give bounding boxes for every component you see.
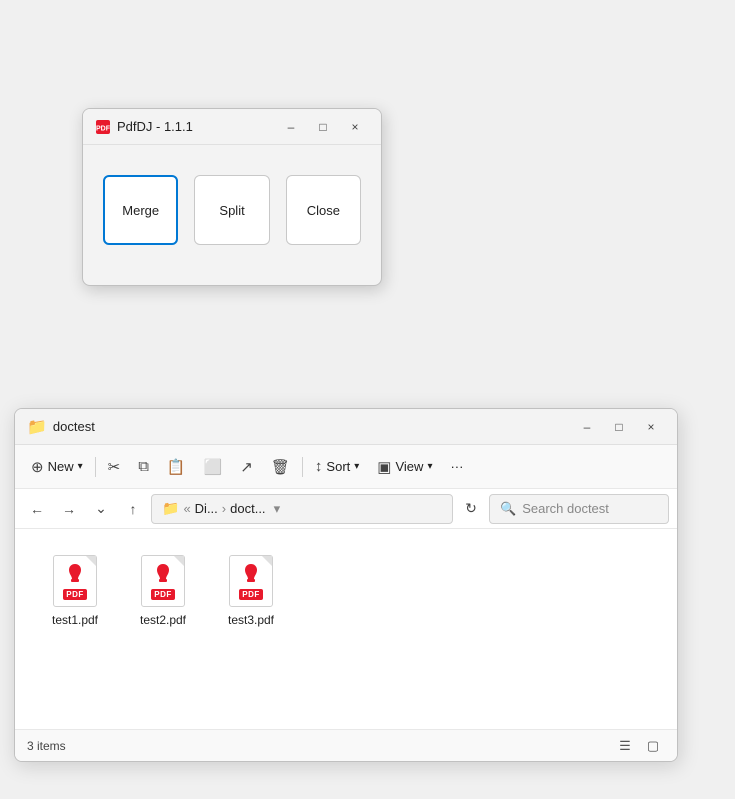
new-label: New [48,459,74,474]
more-icon: ··· [450,459,463,474]
view-chevron-icon: ▾ [427,461,432,472]
address-part-2: doct... [230,501,265,516]
address-folder-icon: 📁 [162,500,179,517]
forward-button[interactable]: → [55,495,83,523]
pdfdj-close-button[interactable]: × [341,115,369,139]
pdfdj-titlebar: PDF PdfDJ - 1.1.1 – □ × [83,109,381,145]
merge-button[interactable]: Merge [103,175,178,245]
pdfdj-title-left: PDF PdfDJ - 1.1.1 [95,119,193,135]
new-chevron-icon: ▾ [78,461,83,472]
file-name-test3: test3.pdf [228,613,274,627]
toolbar-divider-1 [95,457,96,477]
explorer-folder-icon: 📁 [27,417,47,437]
pdf-icon-test2: PDF [138,553,188,609]
explorer-title-text: doctest [53,419,95,434]
sort-button[interactable]: ↕ Sort ▾ [307,451,367,483]
address-bar[interactable]: 📁 « Di... › doct... ▾ [151,494,453,524]
delete-icon: 🗑 [271,458,290,476]
pdfdj-minimize-button[interactable]: – [277,115,305,139]
close-button[interactable]: Close [286,175,361,245]
file-item-test3[interactable]: PDF test3.pdf [211,545,291,635]
pdfdj-window: PDF PdfDJ - 1.1.1 – □ × Merge Split Clos… [82,108,382,286]
explorer-content: PDF test1.pdf PDF test2.pdf [15,529,677,729]
sort-label: Sort [326,459,350,474]
acrobat-symbol-test1 [63,562,87,589]
pdfdj-body: Merge Split Close [83,145,381,285]
paste-icon: 📋 [167,458,186,476]
explorer-addressbar: ← → ⌄ ↑ 📁 « Di... › doct... ▾ ↻ 🔍 Search… [15,489,677,529]
view-toggle: ☰ ▢ [613,734,665,758]
paste-button[interactable]: 📋 [159,451,194,483]
explorer-window-controls: – □ × [573,415,665,439]
pdfdj-title-text: PdfDJ - 1.1.1 [117,119,193,134]
share-button[interactable]: ↗ [232,451,261,483]
search-bar[interactable]: 🔍 Search doctest [489,494,669,524]
acrobat-symbol-test3 [239,562,263,589]
back-button[interactable]: ← [23,495,51,523]
explorer-close-button[interactable]: × [637,415,665,439]
svg-text:PDF: PDF [96,125,111,132]
address-sep-2: › [222,501,226,516]
sort-chevron-icon: ▾ [354,461,359,472]
explorer-minimize-button[interactable]: – [573,415,601,439]
rename-button[interactable]: ⬜ [196,451,231,483]
file-name-test2: test2.pdf [140,613,186,627]
view-label: View [395,459,423,474]
up-button[interactable]: ↑ [119,495,147,523]
address-chevron: ▾ [274,501,281,517]
view-button[interactable]: ▣ View ▾ [369,451,440,483]
copy-icon: ⧉ [138,458,149,475]
pdf-badge-test3: PDF [239,589,263,600]
pdfdj-maximize-button[interactable]: □ [309,115,337,139]
list-view-button[interactable]: ☰ [613,734,637,758]
search-icon: 🔍 [500,501,516,517]
pdfdj-window-controls: – □ × [277,115,369,139]
pdfdj-app-icon: PDF [95,119,111,135]
recent-button[interactable]: ⌄ [87,495,115,523]
view-icon: ▣ [377,458,391,476]
explorer-maximize-button[interactable]: □ [605,415,633,439]
acrobat-symbol-test2 [151,562,175,589]
file-item-test2[interactable]: PDF test2.pdf [123,545,203,635]
search-placeholder: Search doctest [522,501,609,516]
rename-icon: ⬜ [204,458,223,476]
toolbar-divider-2 [302,457,303,477]
pdf-icon-test3: PDF [226,553,276,609]
pdf-badge-test2: PDF [151,589,175,600]
file-item-test1[interactable]: PDF test1.pdf [35,545,115,635]
pdf-icon-test1: PDF [50,553,100,609]
pdf-badge-test1: PDF [63,589,87,600]
more-button[interactable]: ··· [442,451,471,483]
delete-button[interactable]: 🗑 [263,451,298,483]
cut-button[interactable]: ✂ [100,451,129,483]
split-button[interactable]: Split [194,175,269,245]
share-icon: ↗ [240,458,253,476]
new-button[interactable]: ⊕ New ▾ [23,451,91,483]
sort-icon: ↕ [315,458,323,475]
grid-view-button[interactable]: ▢ [641,734,665,758]
status-items-count: 3 items [27,739,66,753]
explorer-titlebar: 📁 doctest – □ × [15,409,677,445]
explorer-toolbar: ⊕ New ▾ ✂ ⧉ 📋 ⬜ ↗ 🗑 ↕ Sort ▾ ▣ [15,445,677,489]
address-sep-1: « [183,501,190,516]
explorer-title-left: 📁 doctest [27,417,95,437]
file-name-test1: test1.pdf [52,613,98,627]
cut-icon: ✂ [108,458,121,476]
address-part-1: Di... [195,501,218,516]
refresh-button[interactable]: ↻ [457,495,485,523]
new-icon: ⊕ [31,458,44,476]
copy-button[interactable]: ⧉ [130,451,157,483]
explorer-statusbar: 3 items ☰ ▢ [15,729,677,761]
explorer-window: 📁 doctest – □ × ⊕ New ▾ ✂ ⧉ 📋 ⬜ ↗ [14,408,678,762]
